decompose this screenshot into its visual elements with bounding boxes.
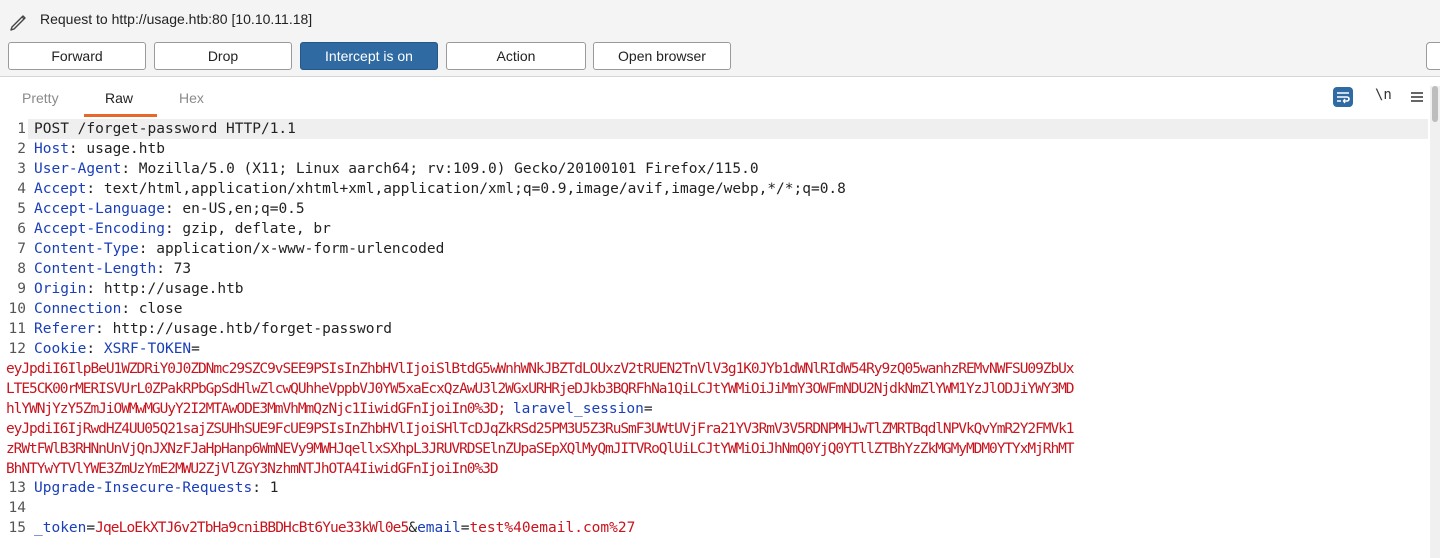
header-name: Referer	[34, 321, 96, 337]
title-bar: Request to http://usage.htb:80 [10.10.11…	[0, 0, 1440, 40]
header-name: Accept	[34, 181, 87, 197]
tab-raw[interactable]: Raw	[105, 90, 133, 106]
xsrf-token-value-line-3: hlYWNjYzY5ZmJiOWMwMGUyY2I2MTAwODE3MmVhMm…	[6, 401, 653, 417]
blank-line: 14	[8, 500, 26, 516]
vertical-scrollbar[interactable]	[1430, 86, 1440, 558]
request-header: 2 Host: usage.htb	[17, 141, 165, 157]
header-name: Accept-Encoding	[34, 221, 165, 237]
header-name: Content-Type	[34, 241, 139, 257]
laravel-session-value-line-1: eyJpdiI6IjRwdHZ4UU05Q21sajZSUHhSUE9FcUE9…	[6, 421, 1075, 437]
pencil-icon	[10, 15, 26, 31]
header-name: Origin	[34, 281, 87, 297]
header-value: 1	[260, 480, 279, 496]
laravel-session-value-line-2: zRWtFWlB3RHNnUnVjQnJXNzFJaHpHanp6WmNEVy9…	[6, 441, 1075, 457]
active-tab-indicator	[84, 114, 157, 117]
drop-button[interactable]: Drop	[154, 42, 292, 70]
header-value: usage.htb	[77, 141, 165, 157]
header-value: 73	[164, 261, 192, 277]
request-line: 1 POST /forget-password HTTP/1.1	[17, 121, 296, 137]
request-header: 5 Accept-Language: en-US,en;q=0.5	[17, 201, 305, 217]
request-header: 3 User-Agent: Mozilla/5.0 (X11; Linux aar…	[17, 161, 759, 177]
header-value: http://usage.htb	[95, 281, 244, 297]
request-header: 7 Content-Type: application/x-www-form-ur…	[17, 241, 445, 257]
request-header: 4 Accept: text/html,application/xhtml+xml…	[17, 181, 846, 197]
laravel-session-value-line-3: BhNTYwYTVlYWE3ZmUzYmE2MWU2ZjVlZGY3NzhmNT…	[6, 461, 499, 477]
request-title: Request to http://usage.htb:80 [10.10.11…	[40, 11, 313, 27]
header-name: Host	[34, 141, 69, 157]
header-name: User-Agent	[34, 161, 122, 177]
header-name: Upgrade-Insecure-Requests	[34, 480, 253, 496]
request-header: 6 Accept-Encoding: gzip, deflate, br	[17, 221, 331, 237]
tab-pretty[interactable]: Pretty	[22, 90, 59, 106]
body-param-token-name: _token	[34, 520, 87, 536]
body-param-email-value: test%40email.com%27	[469, 520, 636, 536]
header-value: Mozilla/5.0 (X11; Linux aarch64; rv:109.…	[130, 161, 759, 177]
intercept-toggle-button[interactable]: Intercept is on	[300, 42, 438, 70]
header-value: application/x-www-form-urlencoded	[147, 241, 445, 257]
wrap-text-icon[interactable]	[1332, 86, 1354, 108]
newline-icon[interactable]: \n	[1375, 87, 1392, 103]
scrollbar-thumb[interactable]	[1432, 86, 1438, 122]
tab-hex[interactable]: Hex	[179, 90, 204, 106]
header-value: en-US,en;q=0.5	[173, 201, 305, 217]
view-tabs: Pretty Raw Hex \n	[0, 77, 1440, 117]
cookie-header: 12 Cookie: XSRF-TOKEN=	[8, 341, 200, 357]
action-button[interactable]: Action	[446, 42, 586, 70]
header-name: Connection	[34, 301, 122, 317]
header-value: http://usage.htb/forget-password	[103, 321, 392, 337]
request-line-text: POST /forget-password HTTP/1.1	[34, 121, 296, 137]
request-header: 11 Referer: http://usage.htb/forget-passw…	[8, 321, 392, 337]
xsrf-token-value-line-1: eyJpdiI6IlpBeU1WZDRiY0J0ZDNmc29SZC9vSEE9…	[6, 361, 1075, 377]
header-value: text/html,application/xhtml+xml,applicat…	[95, 181, 846, 197]
hamburger-menu-icon[interactable]	[1410, 86, 1424, 108]
forward-button[interactable]: Forward	[8, 42, 146, 70]
body-param-email-name: email	[417, 520, 461, 536]
header-name: Content-Length	[34, 261, 157, 277]
body-param-token-value: JqeLoEkXTJ6v2TbHa9cniBBDHcBt6Yue33kWl0e5	[95, 520, 409, 536]
header-name: Cookie	[34, 341, 87, 357]
intercept-toolbar: Forward Drop Intercept is on Action Open…	[0, 40, 1440, 77]
xsrf-token-value-line-2: LTE5CK00rMERISVUrL0ZPakRPbGpSdHlwZlcwQUh…	[6, 381, 1075, 397]
request-header: 8 Content-Length: 73	[17, 261, 192, 277]
cookie-name-laravel-session: laravel_session	[512, 401, 644, 417]
request-body: 15 _token=JqeLoEkXTJ6v2TbHa9cniBBDHcBt6Y…	[8, 520, 636, 536]
request-header: 9 Origin: http://usage.htb	[17, 281, 244, 297]
header-value: gzip, deflate, br	[173, 221, 331, 237]
cookie-name-xsrf: XSRF-TOKEN	[103, 341, 192, 357]
upgrade-insecure-header: 13 Upgrade-Insecure-Requests: 1	[8, 480, 279, 496]
request-header: 10 Connection: close	[8, 301, 183, 317]
open-browser-button[interactable]: Open browser	[593, 42, 731, 70]
raw-request-editor[interactable]: 1 POST /forget-password HTTP/1.1 2 Host: …	[0, 118, 1440, 558]
header-name: Accept-Language	[34, 201, 165, 217]
header-value: close	[130, 301, 183, 317]
overflow-button[interactable]	[1426, 42, 1440, 70]
